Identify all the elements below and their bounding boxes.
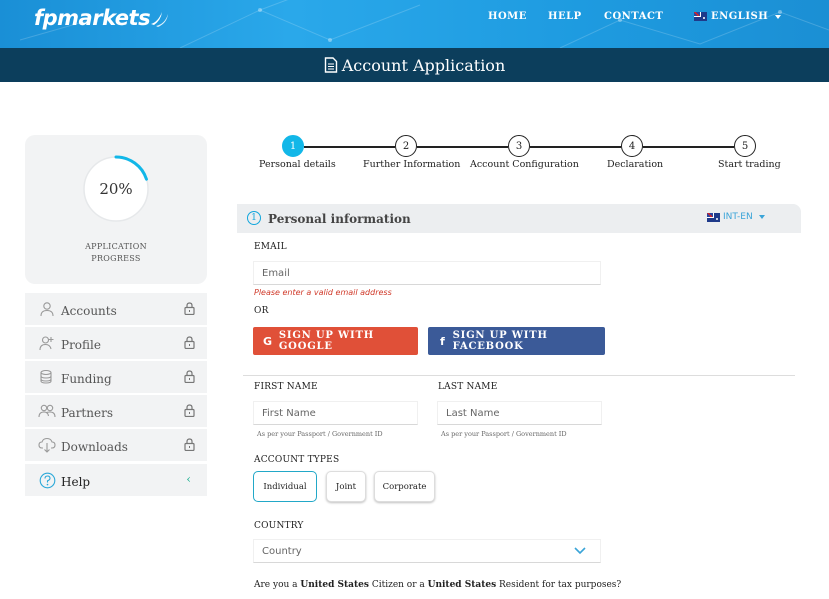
sidebar-item-accounts[interactable]: Accounts — [25, 293, 207, 325]
question-bold-us: United States — [427, 580, 497, 590]
country-select-value: Country — [262, 545, 302, 557]
question-text: Are you a — [254, 580, 301, 590]
fpmarkets-logo[interactable]: fpmarkets — [34, 6, 151, 30]
sidebar-item-label: Downloads — [61, 440, 128, 454]
last-name-hint: As per your Passport / Government ID — [441, 430, 567, 438]
google-button-label: SIGN UP WITH GOOGLE — [278, 330, 375, 352]
first-name-input[interactable]: First Name — [253, 401, 418, 425]
sidebar-item-label: Accounts — [61, 304, 117, 318]
lock-icon — [184, 438, 195, 451]
caret-down-icon — [775, 14, 782, 19]
step-4-label: Declaration — [607, 159, 664, 170]
nav-home-link[interactable]: HOME — [488, 11, 527, 22]
coins-icon — [37, 367, 57, 387]
chevron-left-icon: ‹ — [186, 472, 191, 486]
users-icon — [37, 401, 57, 421]
sidebar-item-partners[interactable]: Partners — [25, 395, 207, 427]
account-type-individual[interactable]: Individual — [253, 471, 317, 502]
sidebar-item-label: Funding — [61, 372, 112, 386]
lock-icon — [184, 404, 195, 417]
step-connector — [417, 146, 508, 148]
locale-label: INT-EN — [723, 212, 753, 222]
sign-up-facebook-button[interactable]: f SIGN UP WITH FACEBOOK — [428, 327, 605, 355]
question-text: Resident for tax purposes? — [496, 580, 622, 590]
account-type-joint[interactable]: Joint — [326, 471, 366, 502]
logo-swoosh-icon — [151, 12, 168, 27]
panel-header: 1 Personal information INT-EN — [237, 204, 801, 233]
top-navigation-bar: fpmarkets HOME HELP CONTACT ENGLISH — [0, 0, 829, 48]
step-4-circle[interactable]: 4 — [621, 135, 643, 157]
country-select[interactable]: Country — [253, 539, 601, 563]
progress-label: APPLICATION PROGRESS — [25, 241, 207, 265]
sign-up-google-button[interactable]: G SIGN UP WITH GOOGLE — [253, 327, 418, 355]
sidebar-item-downloads[interactable]: Downloads — [25, 429, 207, 461]
sidebar-item-help[interactable]: Help ‹ — [25, 464, 207, 496]
progress-label-line1: APPLICATION — [85, 242, 147, 251]
step-5-circle[interactable]: 5 — [734, 135, 756, 157]
step-5-label: Start trading — [718, 159, 781, 170]
us-tax-question: Are you a United States Citizen or a Uni… — [254, 580, 621, 590]
facebook-icon: f — [440, 334, 446, 348]
application-progress-card: 20% APPLICATION PROGRESS — [25, 135, 207, 284]
sidebar-item-funding[interactable]: Funding — [25, 361, 207, 393]
caret-down-icon — [758, 215, 765, 219]
user-plus-icon — [37, 333, 57, 353]
sidebar-item-label: Help — [61, 475, 91, 489]
section-divider — [243, 375, 795, 376]
lock-icon — [184, 370, 195, 383]
question-bold-us: United States — [300, 580, 369, 590]
section-number: 1 — [247, 211, 261, 225]
language-label: ENGLISH — [711, 11, 769, 22]
step-connector — [530, 146, 621, 148]
sidebar-menu: Accounts Profile Funding Partners Downlo… — [25, 293, 207, 498]
step-connector — [643, 146, 734, 148]
sidebar-item-profile[interactable]: Profile — [25, 327, 207, 359]
lock-icon — [184, 336, 195, 349]
user-icon — [37, 299, 57, 319]
first-name-label: FIRST NAME — [254, 382, 318, 392]
question-text: Citizen or a — [368, 580, 428, 590]
page-title-bar: Account Application — [0, 48, 829, 82]
email-label: EMAIL — [254, 242, 287, 252]
first-name-hint: As per your Passport / Government ID — [257, 430, 383, 438]
nav-help-link[interactable]: HELP — [548, 11, 582, 22]
step-1-circle[interactable]: 1 — [282, 135, 304, 157]
last-name-label: LAST NAME — [438, 382, 498, 392]
google-icon: G — [263, 334, 273, 348]
australia-flag-icon — [707, 212, 720, 222]
section-title: Personal information — [268, 212, 411, 226]
australia-flag-icon — [694, 12, 707, 21]
application-stepper: 1 2 3 4 5 Personal details Further Infor… — [258, 135, 781, 175]
step-3-label: Account Configuration — [470, 159, 579, 170]
step-2-circle[interactable]: 2 — [395, 135, 417, 157]
progress-label-line2: PROGRESS — [91, 254, 141, 263]
sidebar-item-label: Profile — [61, 338, 101, 352]
page-title: Account Application — [341, 55, 506, 75]
help-icon — [37, 470, 57, 490]
facebook-button-label: SIGN UP WITH FACEBOOK — [452, 330, 548, 352]
progress-percent: 20% — [99, 180, 133, 198]
step-3-circle[interactable]: 3 — [508, 135, 530, 157]
step-2-label: Further Information — [363, 159, 461, 170]
account-type-corporate[interactable]: Corporate — [374, 471, 435, 502]
cloud-download-icon — [37, 435, 57, 455]
or-separator: OR — [254, 306, 269, 316]
email-error-message: Please enter a valid email address — [254, 288, 392, 297]
form-locale-selector[interactable]: INT-EN — [707, 212, 765, 222]
sidebar-item-label: Partners — [61, 406, 113, 420]
nav-contact-link[interactable]: CONTACT — [604, 11, 663, 22]
chevron-down-icon — [574, 547, 586, 555]
country-label: COUNTRY — [254, 521, 304, 531]
lock-icon — [184, 302, 195, 315]
last-name-input[interactable]: Last Name — [437, 401, 602, 425]
personal-information-panel: 1 Personal information INT-EN EMAIL Emai… — [237, 204, 801, 599]
step-1-label: Personal details — [259, 159, 336, 170]
document-icon — [324, 57, 337, 73]
email-input[interactable]: Email — [253, 261, 601, 285]
account-types-label: ACCOUNT TYPES — [254, 455, 340, 465]
step-connector — [304, 146, 395, 148]
language-selector[interactable]: ENGLISH — [694, 11, 782, 22]
